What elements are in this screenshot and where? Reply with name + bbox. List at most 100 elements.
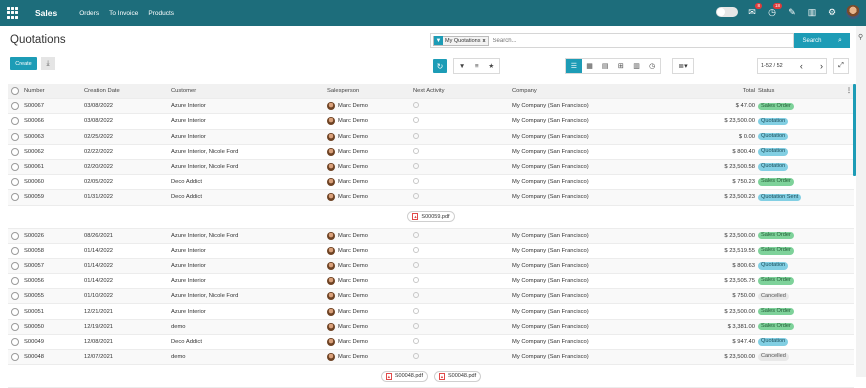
facet-remove-icon[interactable]: x bbox=[482, 38, 487, 44]
row-checkbox[interactable] bbox=[11, 277, 19, 286]
row-checkbox[interactable] bbox=[11, 292, 19, 301]
chat-icon[interactable]: ✉ 8 bbox=[746, 3, 762, 18]
activity-clock-icon[interactable] bbox=[413, 117, 419, 124]
activity-clock-icon[interactable] bbox=[413, 307, 419, 314]
table-row[interactable]: S00055 01/10/2022 Azure Interior, Nicole F… bbox=[8, 289, 854, 305]
menu-orders[interactable]: Orders bbox=[79, 10, 99, 17]
col-number[interactable]: Number bbox=[22, 88, 84, 94]
pager-prev-icon[interactable]: ‹ bbox=[800, 61, 803, 71]
status-badge: Sales Order bbox=[758, 178, 794, 186]
col-status[interactable]: Status bbox=[757, 88, 846, 94]
zoom-icon[interactable]: ⚲ bbox=[858, 33, 863, 41]
create-button[interactable]: Create bbox=[10, 57, 37, 70]
table-row[interactable]: S00057 01/14/2022 Azure Interior Marc Demo M… bbox=[8, 258, 854, 275]
group-by-icon[interactable]: ≡ bbox=[475, 63, 479, 70]
filters-icon[interactable]: ▼ bbox=[459, 63, 465, 70]
col-company[interactable]: Company bbox=[512, 88, 704, 94]
table-row[interactable]: S00048 12/07/2021 demo Marc Demo My Company … bbox=[8, 350, 854, 366]
pdf-attachment[interactable]: ▲ S00048.pdf bbox=[380, 370, 428, 382]
row-checkbox[interactable] bbox=[11, 102, 19, 111]
search-button[interactable]: Search bbox=[794, 33, 830, 48]
attachment-name: S00048.pdf bbox=[394, 373, 423, 380]
col-salesperson[interactable]: Salesperson bbox=[327, 88, 411, 94]
list-view-icon[interactable]: ☰ bbox=[566, 59, 582, 73]
activity-clock-icon[interactable] bbox=[413, 277, 419, 284]
activity-icon[interactable]: ◷ 18 bbox=[766, 3, 782, 18]
cell-next-activity bbox=[411, 178, 512, 186]
table-row[interactable]: S00050 12/19/2021 demo Marc Demo My Company … bbox=[8, 319, 854, 335]
activity-clock-icon[interactable] bbox=[413, 246, 419, 253]
menu-to-invoice[interactable]: To Invoice bbox=[109, 10, 138, 17]
calendar-view-icon[interactable]: ▤ bbox=[597, 59, 613, 73]
row-checkbox[interactable] bbox=[11, 231, 19, 240]
building-icon[interactable]: ▥ bbox=[806, 6, 818, 18]
activity-clock-icon[interactable] bbox=[413, 193, 419, 200]
cell-total: $ 47.00 bbox=[735, 103, 755, 110]
favorites-icon[interactable]: ★ bbox=[488, 62, 494, 70]
table-row[interactable]: S00049 12/08/2021 Deco Addict Marc Demo My C… bbox=[8, 335, 854, 350]
attachment-name: S00048.pdf bbox=[448, 373, 477, 380]
row-checkbox[interactable] bbox=[11, 353, 19, 362]
table-row[interactable]: S00026 08/26/2021 Azure Interior, Nicole F… bbox=[8, 228, 854, 244]
select-all-checkbox[interactable] bbox=[11, 87, 19, 96]
row-checkbox[interactable] bbox=[11, 246, 19, 255]
table-row[interactable]: S00058 01/14/2022 Azure Interior Marc Demo M… bbox=[8, 244, 854, 259]
pivot-view-icon[interactable]: ⊞ bbox=[613, 59, 629, 73]
app-name[interactable]: Sales bbox=[35, 8, 57, 18]
row-checkbox[interactable] bbox=[11, 322, 19, 331]
expand-icon[interactable]: ⤢ bbox=[833, 58, 849, 74]
pdf-attachment[interactable]: ▲ S00048.pdf bbox=[434, 370, 482, 382]
table-row[interactable]: S00051 12/21/2021 Azure Interior Marc Demo M… bbox=[8, 304, 854, 320]
table-row[interactable]: S00067 03/08/2022 Azure Interior Marc Demo M… bbox=[8, 99, 854, 115]
activity-clock-icon[interactable] bbox=[413, 147, 419, 154]
note-icon[interactable]: ✎ bbox=[786, 6, 798, 18]
row-checkbox[interactable] bbox=[11, 193, 19, 202]
row-checkbox[interactable] bbox=[11, 132, 19, 141]
row-checkbox[interactable] bbox=[11, 178, 19, 187]
activity-clock-icon[interactable] bbox=[413, 231, 419, 238]
row-checkbox[interactable] bbox=[11, 261, 19, 270]
table-row[interactable]: S00066 03/08/2022 Azure Interior Marc Demo M… bbox=[8, 114, 854, 130]
row-checkbox[interactable] bbox=[11, 147, 19, 156]
row-checkbox[interactable] bbox=[11, 117, 19, 126]
pager-next-icon[interactable]: › bbox=[820, 61, 823, 71]
table-row[interactable]: S00059 01/31/2022 Deco Addict Marc Demo My C… bbox=[8, 190, 854, 206]
search-input[interactable] bbox=[492, 37, 753, 44]
cell-next-activity bbox=[411, 292, 512, 300]
activity-clock-icon[interactable] bbox=[413, 132, 419, 139]
apps-menu-icon[interactable] bbox=[7, 7, 19, 19]
settings-icon[interactable]: ⚙ bbox=[826, 6, 838, 18]
search-icon[interactable]: ⌕ bbox=[830, 33, 850, 48]
col-total[interactable]: Total bbox=[704, 88, 757, 94]
activity-view-icon[interactable]: ◷ bbox=[644, 59, 660, 73]
row-checkbox[interactable] bbox=[11, 307, 19, 316]
col-customer[interactable]: Customer bbox=[171, 88, 327, 94]
table-row[interactable]: S00056 01/14/2022 Azure Interior Marc Demo M… bbox=[8, 274, 854, 290]
graph-view-icon[interactable]: ▥ bbox=[629, 59, 645, 73]
user-avatar[interactable] bbox=[846, 5, 860, 19]
table-row[interactable]: S00060 02/05/2022 Deco Addict Marc Demo My C… bbox=[8, 175, 854, 191]
activity-clock-icon[interactable] bbox=[413, 292, 419, 299]
refresh-icon[interactable]: ↻ bbox=[433, 59, 447, 73]
col-next-activity[interactable]: Next Activity bbox=[411, 88, 512, 94]
activity-clock-icon[interactable] bbox=[413, 102, 419, 109]
activity-clock-icon[interactable] bbox=[413, 261, 419, 268]
pdf-attachment[interactable]: ▲ S00059.pdf bbox=[407, 211, 455, 222]
activity-clock-icon[interactable] bbox=[413, 163, 419, 170]
activity-clock-icon[interactable] bbox=[413, 322, 419, 329]
column-selector-icon[interactable]: ≣▾ bbox=[672, 58, 694, 74]
table-row[interactable]: S00061 02/20/2022 Azure Interior, Nicole F… bbox=[8, 159, 854, 176]
pager-value[interactable]: 1-52 / 52 bbox=[761, 63, 783, 69]
activity-clock-icon[interactable] bbox=[413, 353, 419, 360]
row-checkbox[interactable] bbox=[11, 163, 19, 172]
col-creation-date[interactable]: Creation Date bbox=[84, 88, 171, 94]
kanban-view-icon[interactable]: ▦ bbox=[582, 59, 598, 73]
row-checkbox[interactable] bbox=[11, 337, 19, 346]
theme-toggle[interactable] bbox=[716, 7, 738, 17]
table-row[interactable]: S00062 02/22/2022 Azure Interior, Nicole F… bbox=[8, 145, 854, 160]
activity-clock-icon[interactable] bbox=[413, 337, 419, 344]
download-icon[interactable]: ⤓ bbox=[41, 57, 55, 70]
activity-clock-icon[interactable] bbox=[413, 178, 419, 185]
table-row[interactable]: S00063 02/25/2022 Azure Interior Marc Demo M… bbox=[8, 129, 854, 145]
menu-products[interactable]: Products bbox=[148, 10, 174, 17]
